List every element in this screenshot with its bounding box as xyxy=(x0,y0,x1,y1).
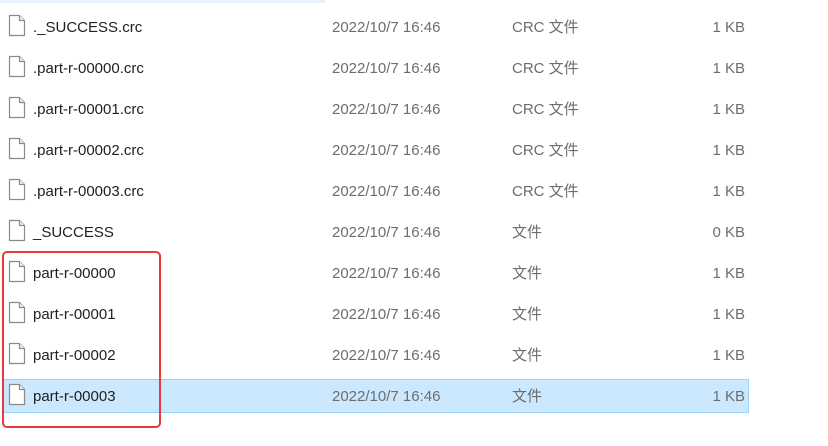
file-name: .part-r-00000.crc xyxy=(33,60,144,77)
file-icon xyxy=(8,219,26,242)
file-name: .part-r-00003.crc xyxy=(33,183,144,200)
file-type: 文件 xyxy=(512,347,543,364)
file-type: 文件 xyxy=(512,224,543,241)
file-modified-date: 2022/10/7 16:46 xyxy=(332,224,441,241)
file-modified-date: 2022/10/7 16:46 xyxy=(332,347,441,364)
file-name: _SUCCESS xyxy=(33,224,114,241)
file-type: 文件 xyxy=(512,265,543,282)
file-size: 1 KB xyxy=(712,142,745,159)
file-icon xyxy=(8,178,26,201)
file-type: 文件 xyxy=(512,388,543,405)
header-strip xyxy=(0,0,325,3)
file-icon xyxy=(8,55,26,78)
file-modified-date: 2022/10/7 16:46 xyxy=(332,183,441,200)
file-row[interactable]: _SUCCESS 2022/10/7 16:46 文件 0 KB xyxy=(0,212,828,253)
file-row[interactable]: .part-r-00003.crc 2022/10/7 16:46 CRC 文件 1 … xyxy=(0,171,828,212)
file-icon xyxy=(8,96,26,119)
file-type: 文件 xyxy=(512,306,543,323)
file-size: 1 KB xyxy=(712,19,745,36)
file-modified-date: 2022/10/7 16:46 xyxy=(332,306,441,323)
file-size: 1 KB xyxy=(712,183,745,200)
file-type: CRC 文件 xyxy=(512,142,579,159)
file-row[interactable]: ._SUCCESS.crc 2022/10/7 16:46 CRC 文件 1 KB xyxy=(0,7,828,48)
file-icon xyxy=(8,14,26,37)
file-modified-date: 2022/10/7 16:46 xyxy=(332,265,441,282)
file-type: CRC 文件 xyxy=(512,101,579,118)
file-size: 1 KB xyxy=(712,265,745,282)
file-name: .part-r-00002.crc xyxy=(33,142,144,159)
file-name: ._SUCCESS.crc xyxy=(33,19,143,36)
file-modified-date: 2022/10/7 16:46 xyxy=(332,142,441,159)
file-type: CRC 文件 xyxy=(512,60,579,77)
file-modified-date: 2022/10/7 16:46 xyxy=(332,101,441,118)
file-size: 1 KB xyxy=(712,388,745,405)
file-row[interactable]: .part-r-00000.crc 2022/10/7 16:46 CRC 文件 1 … xyxy=(0,48,828,89)
file-row[interactable]: .part-r-00001.crc 2022/10/7 16:46 CRC 文件 1 … xyxy=(0,89,828,130)
file-modified-date: 2022/10/7 16:46 xyxy=(332,19,441,36)
file-modified-date: 2022/10/7 16:46 xyxy=(332,60,441,77)
file-size: 1 KB xyxy=(712,347,745,364)
file-icon xyxy=(8,137,26,160)
file-type: CRC 文件 xyxy=(512,183,579,200)
file-modified-date: 2022/10/7 16:46 xyxy=(332,388,441,405)
file-size: 1 KB xyxy=(712,101,745,118)
file-size: 0 KB xyxy=(712,224,745,241)
file-size: 1 KB xyxy=(712,306,745,323)
annotation-highlight-box xyxy=(2,251,161,428)
file-name: .part-r-00001.crc xyxy=(33,101,144,118)
file-type: CRC 文件 xyxy=(512,19,579,36)
file-size: 1 KB xyxy=(712,60,745,77)
file-row[interactable]: .part-r-00002.crc 2022/10/7 16:46 CRC 文件 1 … xyxy=(0,130,828,171)
